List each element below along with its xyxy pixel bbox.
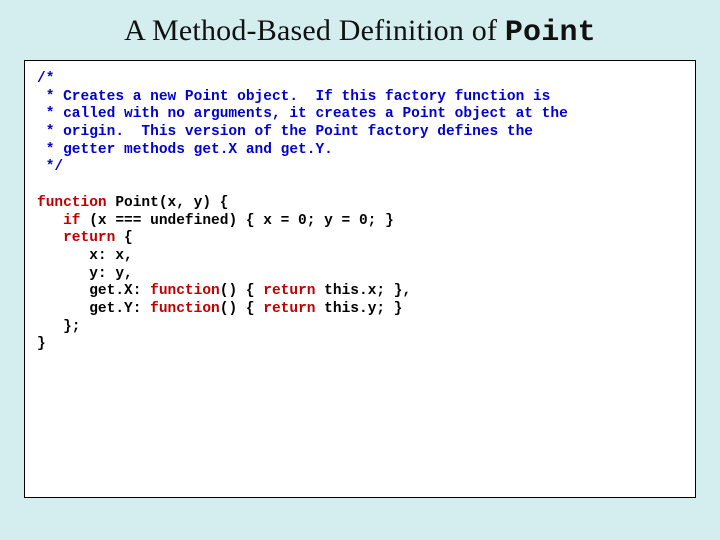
title-mono: Point <box>505 16 596 50</box>
code-text: () { <box>220 301 264 317</box>
code-text: this.y; } <box>315 301 402 317</box>
code-text: y: y, <box>37 266 133 282</box>
code-text: Point(x, y) { <box>107 195 229 211</box>
kw-return: return <box>63 230 115 246</box>
code-text: x: x, <box>37 248 133 264</box>
kw-function: function <box>37 195 107 211</box>
comment-line: * getter methods get.X and get.Y. <box>37 142 333 158</box>
comment-line: * called with no arguments, it creates a… <box>37 106 568 122</box>
comment-line: * origin. This version of the Point fact… <box>37 124 533 140</box>
code-text: (x === undefined) { x = 0; y = 0; } <box>81 213 394 229</box>
code-text: () { <box>220 283 264 299</box>
code-block: /* * Creates a new Point object. If this… <box>37 71 683 354</box>
comment-line: * Creates a new Point object. If this fa… <box>37 89 550 105</box>
slide: A Method-Based Definition of Point /* * … <box>0 0 720 540</box>
kw-function: function <box>150 301 220 317</box>
code-text: }; <box>37 319 81 335</box>
code-text: get.X: <box>37 283 150 299</box>
code-box: /* * Creates a new Point object. If this… <box>24 60 696 498</box>
title-text: A Method-Based Definition of <box>124 14 505 47</box>
code-text: } <box>37 336 46 352</box>
code-text: this.x; }, <box>315 283 411 299</box>
code-text: { <box>115 230 132 246</box>
comment-close: */ <box>37 159 63 175</box>
kw-if: if <box>63 213 80 229</box>
kw-return: return <box>263 283 315 299</box>
kw-return: return <box>263 301 315 317</box>
comment-open: /* <box>37 71 54 87</box>
slide-title: A Method-Based Definition of Point <box>24 14 696 50</box>
code-text: get.Y: <box>37 301 150 317</box>
kw-function: function <box>150 283 220 299</box>
